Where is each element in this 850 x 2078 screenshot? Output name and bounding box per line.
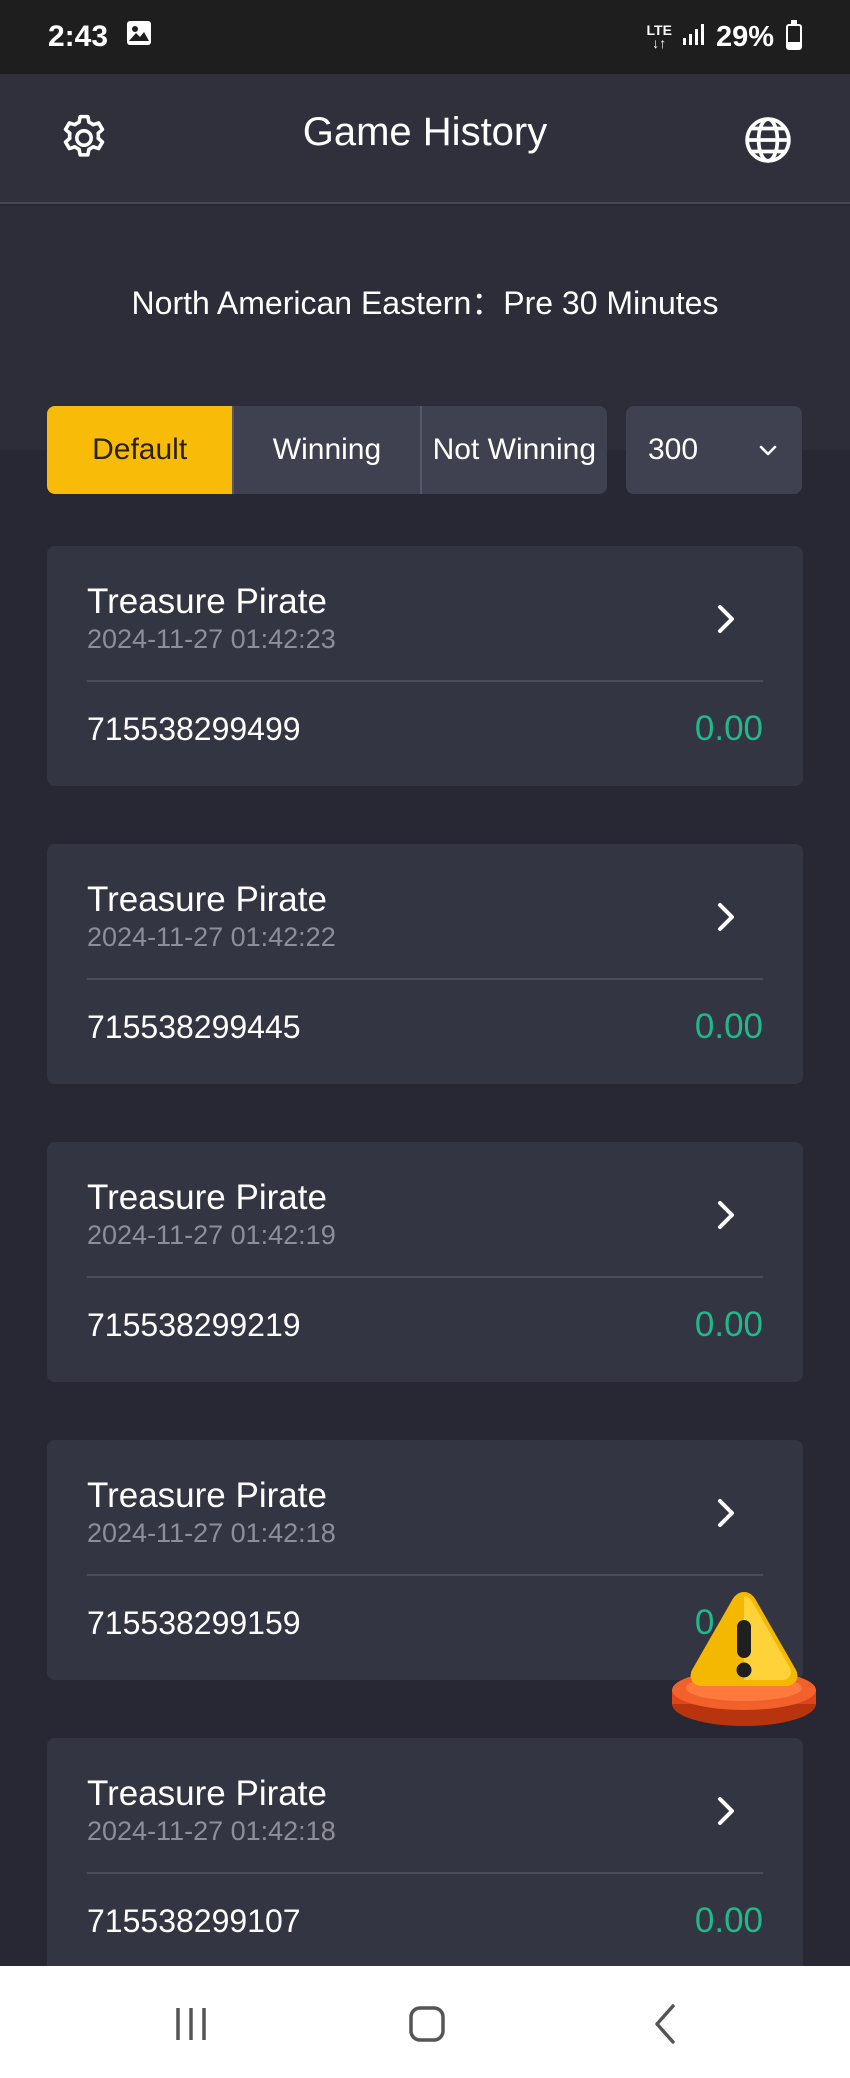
records-list: Treasure Pirate 2024-11-27 01:42:23 7155…	[47, 546, 803, 2036]
divider	[87, 680, 763, 682]
signal-icon	[682, 21, 706, 54]
chevron-right-icon[interactable]	[711, 1794, 741, 1833]
status-time: 2:43	[48, 20, 109, 53]
warning-badge[interactable]	[668, 1582, 820, 1734]
record-id: 715538299219	[87, 1307, 301, 1343]
count-value: 300	[648, 433, 699, 466]
record-id: 715538299499	[87, 711, 301, 747]
record-card[interactable]: Treasure Pirate 2024-11-27 01:42:19 7155…	[47, 1142, 803, 1382]
record-time: 2024-11-27 01:42:18	[87, 1816, 336, 1846]
record-amount: 0.00	[694, 1901, 763, 1940]
app-header: Game History	[0, 74, 850, 204]
status-right: LTE ↓↑ 29%	[646, 20, 802, 54]
divider	[87, 978, 763, 980]
record-amount: 0.00	[694, 1305, 763, 1344]
divider	[87, 1276, 763, 1278]
page-title: Game History	[302, 110, 548, 154]
timezone-text: North American Eastern：Pre 30 Minutes	[131, 285, 719, 321]
game-name: Treasure Pirate	[87, 582, 327, 621]
chevron-right-icon[interactable]	[711, 900, 741, 939]
game-name: Treasure Pirate	[87, 880, 327, 919]
record-time: 2024-11-27 01:42:18	[87, 1518, 336, 1548]
language-button[interactable]	[738, 110, 798, 170]
network-label: LTE	[646, 22, 672, 38]
count-select[interactable]: 300	[626, 406, 802, 494]
game-name: Treasure Pirate	[87, 1178, 327, 1217]
battery-percent: 29%	[715, 20, 774, 53]
recent-apps-button[interactable]	[168, 2002, 214, 2046]
record-id: 715538299159	[87, 1605, 301, 1641]
home-icon	[409, 2006, 445, 2042]
battery-fill	[788, 41, 800, 48]
chevron-down-icon	[759, 445, 777, 456]
record-amount: 0.00	[694, 709, 763, 748]
back-icon	[655, 2004, 675, 2044]
gallery-icon	[126, 20, 152, 54]
chevron-right-icon[interactable]	[711, 602, 741, 641]
status-bar: 2:43 LTE ↓↑ 29%	[0, 0, 850, 74]
record-card[interactable]: Treasure Pirate 2024-11-27 01:42:23 7155…	[47, 546, 803, 786]
divider	[87, 1872, 763, 1874]
status-left: 2:43	[48, 20, 152, 54]
record-id: 715538299445	[87, 1009, 301, 1045]
divider	[87, 1574, 763, 1576]
home-button[interactable]	[404, 2002, 450, 2046]
record-card[interactable]: Treasure Pirate 2024-11-27 01:42:22 7155…	[47, 844, 803, 1084]
record-time: 2024-11-27 01:42:19	[87, 1220, 336, 1250]
record-id: 715538299107	[87, 1903, 301, 1939]
chevron-right-icon[interactable]	[711, 1198, 741, 1237]
chevron-right-icon[interactable]	[711, 1496, 741, 1535]
record-amount: 0.00	[694, 1007, 763, 1046]
tab-not-winning[interactable]: Not Winning	[419, 406, 607, 494]
tab-winning[interactable]: Winning	[232, 406, 420, 494]
recent-apps-icon	[176, 2008, 206, 2040]
globe-icon	[745, 117, 791, 163]
navigation-bar	[0, 1966, 850, 2078]
battery-icon	[786, 20, 802, 50]
record-time: 2024-11-27 01:42:23	[87, 624, 336, 654]
back-button[interactable]	[644, 2002, 690, 2046]
filter-tabs: Default Winning Not Winning	[47, 406, 607, 494]
game-name: Treasure Pirate	[87, 1476, 327, 1515]
game-name: Treasure Pirate	[87, 1774, 327, 1813]
lte-icon: LTE ↓↑	[646, 22, 672, 51]
record-time: 2024-11-27 01:42:22	[87, 922, 336, 952]
record-card[interactable]: Treasure Pirate 2024-11-27 01:42:18 7155…	[47, 1738, 803, 1978]
tab-default[interactable]: Default	[47, 406, 233, 494]
warning-icon	[672, 1592, 816, 1726]
